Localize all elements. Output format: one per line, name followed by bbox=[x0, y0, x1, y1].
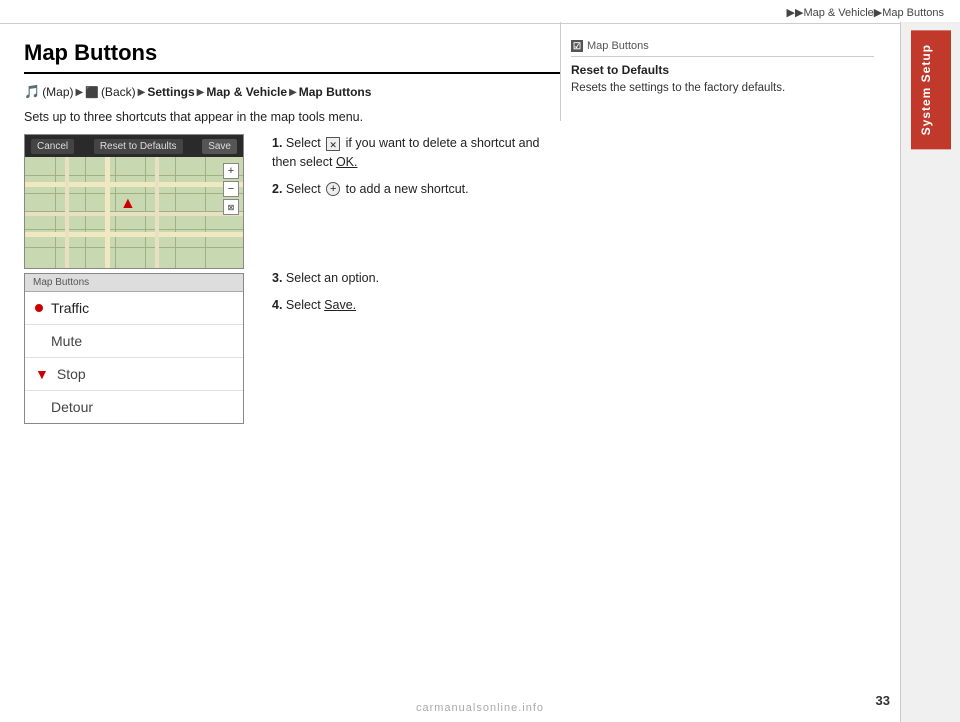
add-icon: + bbox=[326, 182, 340, 196]
step-4-before: Select bbox=[286, 298, 321, 312]
path-arrow4: ▶ bbox=[289, 87, 297, 98]
step-3-num: 3. bbox=[272, 271, 282, 285]
info-panel-title: Map Buttons bbox=[587, 40, 649, 52]
tilt-btn[interactable]: ⊠ bbox=[223, 199, 239, 215]
path-map-vehicle: Map & Vehicle bbox=[206, 85, 287, 99]
stop-indicator: ▼ bbox=[35, 366, 49, 382]
location-marker: ▲ bbox=[120, 195, 136, 213]
step-2: 2. Select + to add a new shortcut. bbox=[272, 180, 560, 199]
step-2-before: Select bbox=[286, 182, 321, 196]
page-number: 33 bbox=[876, 693, 890, 708]
zoom-out-btn[interactable]: − bbox=[223, 181, 239, 197]
reset-defaults-button[interactable]: Reset to Defaults bbox=[94, 139, 183, 154]
map-buttons-dropdown: Map Buttons Traffic Mute ▼ Stop Detour bbox=[24, 273, 244, 424]
right-column: 1. Select ✕ if you want to delete a shor… bbox=[272, 134, 560, 322]
road-h1 bbox=[25, 182, 243, 187]
grid-h2 bbox=[25, 193, 243, 194]
path-arrow1: ▶ bbox=[76, 87, 84, 98]
step-3-text: Select an option. bbox=[286, 271, 379, 285]
content-left: Map Buttons 🎵 (Map) ▶ ⬛ (Back) ▶ Setting… bbox=[0, 22, 560, 448]
path-settings: Settings bbox=[147, 85, 194, 99]
right-sidebar: System Setup bbox=[900, 22, 960, 722]
info-icon: ☑ bbox=[571, 40, 583, 52]
road-v3 bbox=[155, 157, 159, 268]
breadcrumb-text: ▶▶Map & Vehicle▶Map Buttons bbox=[787, 7, 944, 19]
dropdown-item-detour[interactable]: Detour bbox=[25, 391, 243, 423]
grid-h4 bbox=[25, 229, 243, 230]
step-2-after: to add a new shortcut. bbox=[346, 182, 469, 196]
step-1: 1. Select ✕ if you want to delete a shor… bbox=[272, 134, 560, 173]
path-map: (Map) bbox=[42, 85, 73, 99]
reset-title: Reset to Defaults bbox=[571, 63, 874, 77]
path-back-icon: ⬛ bbox=[85, 86, 99, 99]
two-col-layout: Cancel Reset to Defaults Save bbox=[24, 134, 560, 424]
dropdown-header: Map Buttons bbox=[25, 274, 243, 292]
content-right: ☑ Map Buttons Reset to Defaults Resets t… bbox=[560, 22, 890, 121]
map-toolbar: Cancel Reset to Defaults Save bbox=[25, 135, 243, 157]
step-3: 3. Select an option. bbox=[272, 269, 560, 288]
dropdown-item-stop[interactable]: ▼ Stop bbox=[25, 358, 243, 391]
description-text: Sets up to three shortcuts that appear i… bbox=[24, 110, 560, 124]
traffic-indicator bbox=[35, 304, 43, 312]
save-button[interactable]: Save bbox=[202, 139, 237, 154]
road-h3 bbox=[25, 232, 243, 237]
breadcrumb-bar: ▶▶Map & Vehicle▶Map Buttons bbox=[0, 0, 960, 24]
path-line: 🎵 (Map) ▶ ⬛ (Back) ▶ Settings ▶ Map & Ve… bbox=[24, 84, 560, 100]
watermark: carmanualsonline.info bbox=[416, 702, 544, 714]
step-1-num: 1. bbox=[272, 136, 282, 150]
dropdown-label-traffic: Traffic bbox=[51, 300, 89, 316]
dropdown-item-mute[interactable]: Mute bbox=[25, 325, 243, 358]
path-arrow2: ▶ bbox=[138, 87, 146, 98]
reset-desc: Resets the settings to the factory defau… bbox=[571, 80, 874, 97]
info-panel-header: ☑ Map Buttons bbox=[571, 40, 874, 57]
dropdown-label-detour: Detour bbox=[51, 399, 93, 415]
map-controls: + − ⊠ bbox=[223, 163, 239, 215]
sidebar-tab-label: System Setup bbox=[911, 30, 951, 149]
path-arrow3: ▶ bbox=[197, 87, 205, 98]
step-4: 4. Select Save. bbox=[272, 296, 560, 315]
map-body: ▲ + − ⊠ bbox=[25, 157, 243, 268]
dropdown-label-stop: Stop bbox=[57, 366, 86, 382]
path-back: (Back) bbox=[101, 85, 136, 99]
step-4-num: 4. bbox=[272, 298, 282, 312]
step-1-bold: OK. bbox=[336, 155, 358, 169]
dropdown-item-traffic[interactable]: Traffic bbox=[25, 292, 243, 325]
steps-3-4-wrapper: 3. Select an option. 4. Select Save. bbox=[272, 269, 560, 315]
path-map-buttons: Map Buttons bbox=[299, 85, 372, 99]
path-icon-map: 🎵 bbox=[24, 84, 40, 100]
road-v2 bbox=[105, 157, 110, 268]
zoom-in-btn[interactable]: + bbox=[223, 163, 239, 179]
step-2-num: 2. bbox=[272, 182, 282, 196]
grid-h1 bbox=[25, 175, 243, 176]
left-column: Cancel Reset to Defaults Save bbox=[24, 134, 254, 424]
step-1-before: Select bbox=[286, 136, 321, 150]
page-title: Map Buttons bbox=[24, 40, 560, 74]
delete-icon: ✕ bbox=[326, 137, 340, 151]
cancel-button[interactable]: Cancel bbox=[31, 139, 74, 154]
road-v1 bbox=[65, 157, 69, 268]
step-4-bold: Save. bbox=[324, 298, 356, 312]
dropdown-label-mute: Mute bbox=[51, 333, 82, 349]
grid-h5 bbox=[25, 247, 243, 248]
map-screenshot: Cancel Reset to Defaults Save bbox=[24, 134, 244, 269]
